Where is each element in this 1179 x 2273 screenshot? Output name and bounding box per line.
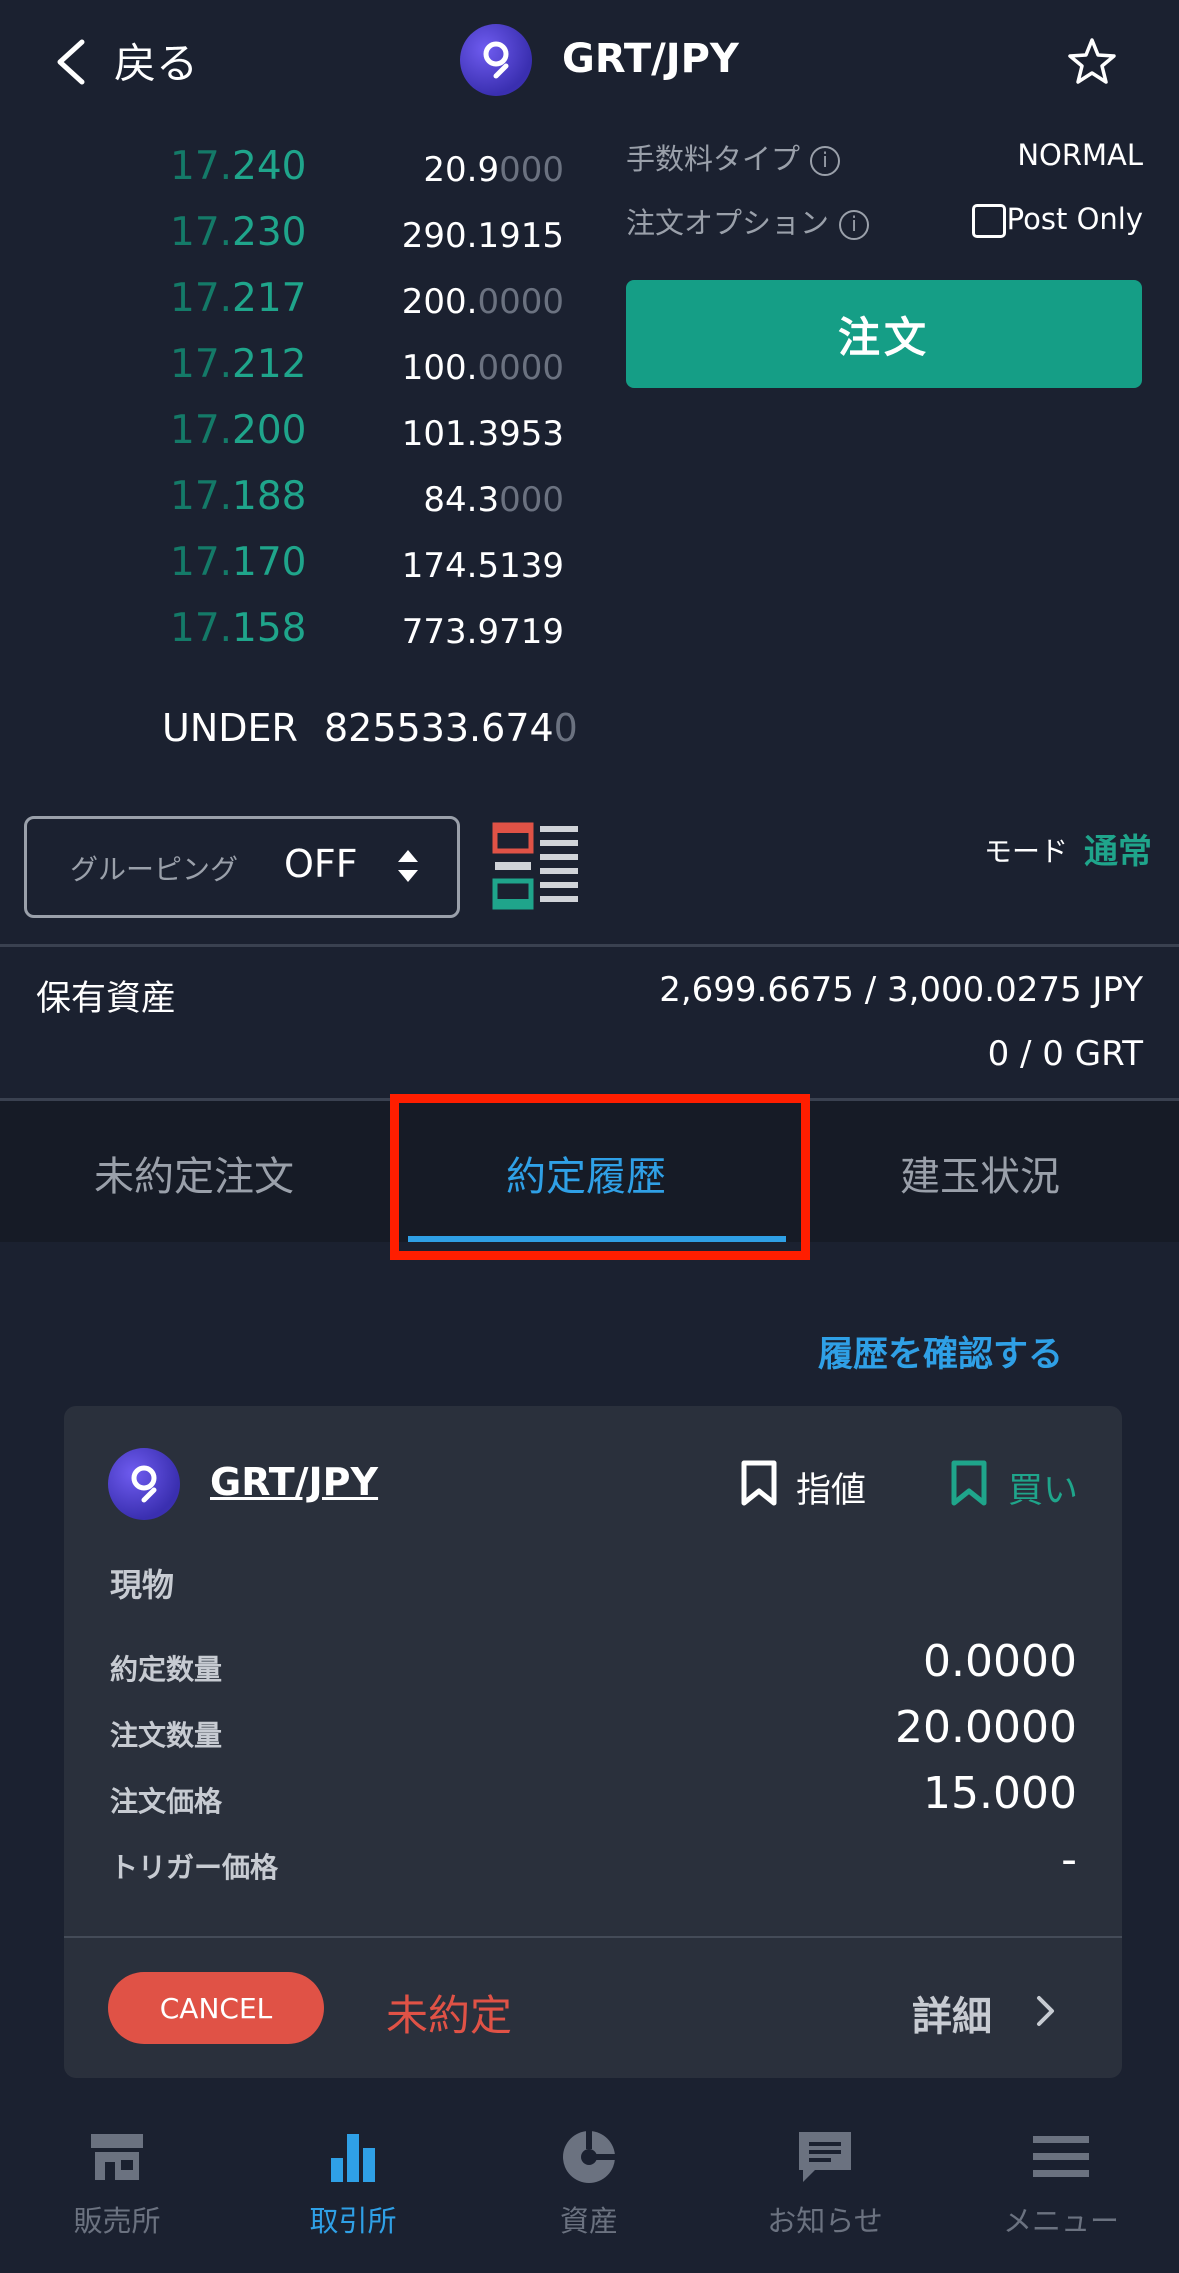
card-pair-link[interactable]: GRT/JPY bbox=[210, 1460, 378, 1504]
message-icon bbox=[799, 2132, 851, 2182]
order-book-row[interactable]: 17.188 84.3000 bbox=[0, 474, 600, 524]
filled-qty-label: 約定数量 bbox=[110, 1653, 223, 1686]
star-icon[interactable] bbox=[1066, 36, 1118, 88]
assets-label: 保有資産 bbox=[36, 979, 177, 1019]
order-book-qty: 84.3000 bbox=[423, 480, 564, 520]
nav-item-store[interactable]: 販売所 bbox=[27, 2128, 207, 2240]
bar-chart-icon bbox=[331, 2134, 375, 2182]
post-only-checkbox[interactable] bbox=[972, 204, 1006, 238]
post-only-label[interactable]: Post Only bbox=[1007, 202, 1143, 236]
card-divider bbox=[64, 1936, 1122, 1938]
grt-coin-icon bbox=[108, 1448, 180, 1520]
detail-button[interactable]: 詳細 bbox=[912, 1984, 992, 2042]
order-book-row[interactable]: 17.170 174.5139 bbox=[0, 540, 600, 590]
history-link[interactable]: 履歴を確認する bbox=[818, 1326, 1063, 1377]
order-type-tag: 指値 bbox=[796, 1471, 867, 1511]
filled-qty-value: 0.0000 bbox=[923, 1636, 1077, 1687]
page-title: GRT/JPY bbox=[562, 36, 739, 82]
order-book-row[interactable]: 17.212 100.0000 bbox=[0, 342, 600, 392]
sort-arrows-icon bbox=[398, 850, 418, 882]
highlight-box bbox=[390, 1094, 810, 1260]
order-book-qty: 200.0000 bbox=[401, 282, 564, 322]
order-book-qty: 100.0000 bbox=[401, 348, 564, 388]
nav-label: メニュー bbox=[1002, 2204, 1119, 2238]
nav-label: お知らせ bbox=[767, 2204, 883, 2238]
trigger-price-label: トリガー価格 bbox=[110, 1851, 279, 1884]
order-option-label: 注文オプション i bbox=[626, 200, 870, 242]
order-qty-label: 注文数量 bbox=[110, 1719, 223, 1752]
mode-value[interactable]: 通常 bbox=[1084, 824, 1152, 873]
book-layout-icon[interactable] bbox=[492, 822, 580, 912]
order-book-row[interactable]: 17.240 20.9000 bbox=[0, 144, 600, 194]
under-value: 825533.6740 bbox=[324, 706, 578, 750]
fee-type-label: 手数料タイプ i bbox=[626, 136, 841, 178]
divider bbox=[0, 944, 1179, 947]
order-book-price: 17.240 bbox=[170, 144, 307, 189]
order-status: 未約定 bbox=[386, 1991, 513, 2040]
order-book-qty: 290.1915 bbox=[401, 216, 564, 256]
grt-coin-icon bbox=[460, 24, 532, 96]
fee-type-value: NORMAL bbox=[1017, 138, 1143, 172]
order-book-price: 17.188 bbox=[170, 474, 307, 519]
order-book-qty: 20.9000 bbox=[423, 150, 564, 190]
back-chevron-icon[interactable] bbox=[52, 38, 90, 86]
order-book-row[interactable]: 17.200 101.3953 bbox=[0, 408, 600, 458]
cancel-button[interactable]: CANCEL bbox=[108, 1972, 324, 2044]
order-book-price: 17.200 bbox=[170, 408, 307, 453]
under-value-dim: 0 bbox=[553, 706, 578, 750]
order-book-row[interactable]: 17.217 200.0000 bbox=[0, 276, 600, 326]
order-price-label: 注文価格 bbox=[110, 1785, 223, 1818]
under-label: UNDER bbox=[162, 706, 298, 750]
order-book-row[interactable]: 17.158 773.9719 bbox=[0, 606, 600, 656]
pie-icon bbox=[563, 2131, 615, 2183]
info-icon[interactable]: i bbox=[810, 146, 841, 176]
order-book-qty: 101.3953 bbox=[401, 414, 564, 454]
bookmark-icon bbox=[741, 1460, 777, 1506]
nav-item-news[interactable]: お知らせ bbox=[735, 2128, 915, 2240]
tab-open-orders[interactable]: 未約定注文 bbox=[94, 1144, 294, 1202]
grouping-value[interactable]: OFF bbox=[284, 842, 358, 886]
grouping-label: グルーピング bbox=[70, 853, 239, 886]
order-book-price: 17.158 bbox=[170, 606, 307, 651]
nav-item-assets[interactable]: 資産 bbox=[499, 2128, 679, 2240]
bookmark-icon bbox=[951, 1460, 987, 1506]
order-book-row[interactable]: 17.230 290.1915 bbox=[0, 210, 600, 260]
tab-positions[interactable]: 建玉状況 bbox=[900, 1144, 1060, 1202]
side-tag: 買い bbox=[1008, 1471, 1079, 1511]
under-value-main: 825533.674 bbox=[324, 706, 554, 750]
assets-jpy: 2,699.6675 / 3,000.0275 JPY bbox=[659, 970, 1143, 1010]
store-icon bbox=[91, 2134, 143, 2180]
order-price-value: 15.000 bbox=[923, 1768, 1077, 1819]
trigger-price-value: - bbox=[1061, 1834, 1077, 1885]
order-button[interactable]: 注文 bbox=[626, 280, 1142, 388]
nav-label: 取引所 bbox=[309, 2204, 397, 2238]
info-icon[interactable]: i bbox=[839, 210, 870, 240]
nav-label: 販売所 bbox=[73, 2204, 161, 2238]
order-book-qty: 773.9719 bbox=[401, 612, 564, 652]
nav-label: 資産 bbox=[559, 2204, 618, 2238]
assets-grt: 0 / 0 GRT bbox=[987, 1034, 1143, 1074]
order-book-price: 17.217 bbox=[170, 276, 307, 321]
category-label: 現物 bbox=[110, 1566, 175, 1604]
nav-item-exchange[interactable]: 取引所 bbox=[263, 2128, 443, 2240]
back-button[interactable]: 戻る bbox=[114, 30, 198, 91]
hamburger-icon bbox=[1033, 2136, 1089, 2177]
chevron-right-icon[interactable] bbox=[1034, 1994, 1056, 2028]
nav-item-menu[interactable]: メニュー bbox=[971, 2128, 1151, 2240]
order-book-price: 17.170 bbox=[170, 540, 307, 585]
order-book-price: 17.212 bbox=[170, 342, 307, 387]
mode-label: モード bbox=[984, 835, 1069, 868]
order-qty-value: 20.0000 bbox=[895, 1702, 1077, 1753]
order-book-price: 17.230 bbox=[170, 210, 307, 255]
order-book-qty: 174.5139 bbox=[401, 546, 564, 586]
